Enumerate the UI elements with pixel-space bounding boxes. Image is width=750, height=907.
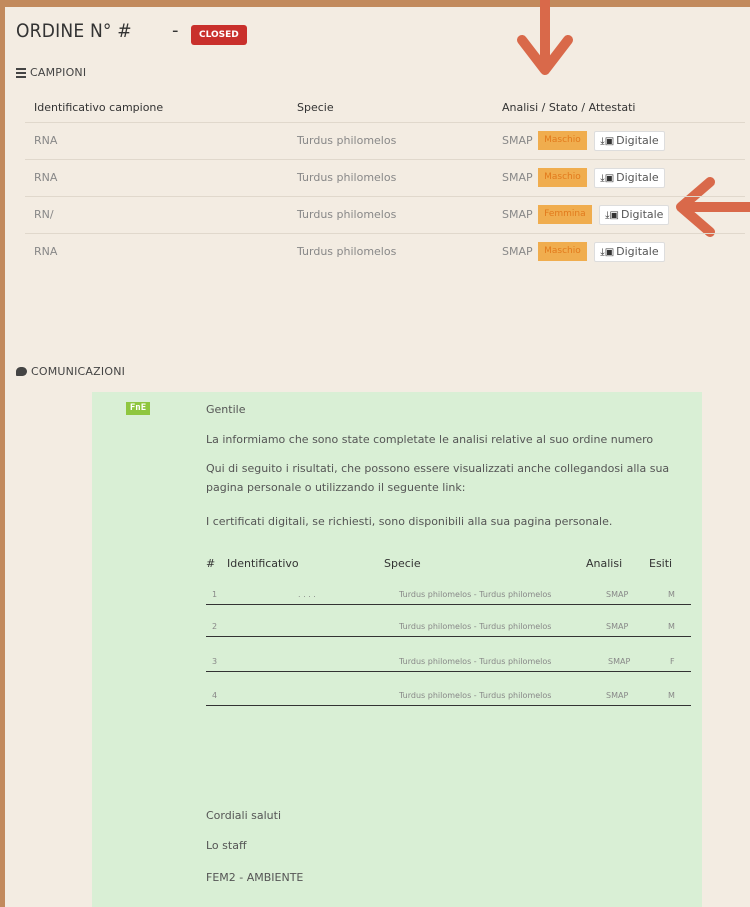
sample-analysis-cell: SMAP Maschio ⤓▣ Digitale bbox=[493, 158, 745, 196]
message-line: Qui di seguito i risultati, che possono … bbox=[206, 462, 670, 494]
result-species: Turdus philomelos - Turdus philomelos bbox=[399, 590, 552, 599]
title-separator: - bbox=[172, 20, 179, 41]
sample-id: RNA bbox=[25, 121, 288, 159]
sample-species: Turdus philomelos bbox=[288, 121, 493, 159]
results-header-species: Specie bbox=[384, 557, 421, 570]
column-header-analisi: Analisi / Stato / Attestati bbox=[493, 94, 745, 123]
certificate-label: Digitale bbox=[616, 244, 659, 258]
sample-species: Turdus philomelos bbox=[288, 158, 493, 196]
certificate-label: Digitale bbox=[621, 207, 664, 221]
message-box: FnE Gentile La informiamo che sono state… bbox=[92, 392, 702, 907]
column-header-identificativo: Identificativo campione bbox=[25, 94, 288, 123]
sample-species: Turdus philomelos bbox=[288, 195, 493, 233]
sample-id: RNA bbox=[25, 158, 288, 196]
result-outcome: F bbox=[670, 657, 675, 666]
result-species: Turdus philomelos - Turdus philomelos bbox=[399, 622, 552, 631]
sample-analysis-cell: SMAP Femmina ⤓▣ Digitale bbox=[493, 195, 745, 233]
download-icon: ⤓▣ bbox=[600, 172, 615, 184]
results-row: 1 . . . . Turdus philomelos - Turdus phi… bbox=[206, 585, 691, 605]
results-row: 4 Turdus philomelos - Turdus philomelos … bbox=[206, 686, 691, 706]
result-species: Turdus philomelos - Turdus philomelos bbox=[399, 691, 552, 700]
download-certificate-button[interactable]: ⤓▣ Digitale bbox=[594, 167, 665, 188]
download-icon: ⤓▣ bbox=[605, 209, 619, 221]
certificate-label: Digitale bbox=[616, 170, 659, 184]
result-number: 3 bbox=[212, 657, 218, 666]
download-icon: ⤓▣ bbox=[600, 135, 615, 147]
result-outcome: M bbox=[668, 691, 675, 700]
result-analysis: SMAP bbox=[606, 622, 629, 631]
analysis-name: SMAP bbox=[502, 244, 533, 258]
page-title: ORDINE N° # bbox=[16, 20, 132, 42]
analysis-name: SMAP bbox=[502, 133, 533, 147]
sex-result-badge: Femmina bbox=[538, 205, 592, 224]
sample-analysis-cell: SMAP Maschio ⤓▣ Digitale bbox=[493, 232, 745, 270]
message-line: I certificati digitali, se richiesti, so… bbox=[206, 515, 613, 528]
sex-result-badge: Maschio bbox=[538, 168, 587, 187]
results-header-number: # bbox=[206, 557, 216, 570]
table-row: RNA Turdus philomelos SMAP Maschio ⤓▣ Dig… bbox=[25, 121, 745, 159]
results-row: 3 Turdus philomelos - Turdus philomelos … bbox=[206, 652, 691, 672]
campioni-section-title: CAMPIONI bbox=[16, 66, 86, 79]
sex-result-badge: Maschio bbox=[538, 242, 587, 262]
message-closing: Cordiali saluti bbox=[206, 809, 281, 822]
result-id: . . . . bbox=[298, 590, 316, 599]
sample-id: RN/ bbox=[25, 195, 288, 233]
analysis-name: SMAP bbox=[502, 170, 533, 184]
result-number: 2 bbox=[212, 622, 218, 631]
result-outcome: M bbox=[668, 590, 675, 599]
column-header-specie: Specie bbox=[288, 94, 493, 123]
comunicazioni-section-label: COMUNICAZIONI bbox=[31, 365, 126, 378]
download-certificate-button[interactable]: ⤓▣ Digitale bbox=[594, 130, 665, 151]
results-row: 2 Turdus philomelos - Turdus philomelos … bbox=[206, 617, 691, 637]
result-outcome: M bbox=[668, 622, 675, 631]
comunicazioni-section-title: COMUNICAZIONI bbox=[16, 365, 125, 378]
campioni-table: Identificativo campione Specie Analisi /… bbox=[25, 94, 745, 270]
campioni-section-label: CAMPIONI bbox=[30, 66, 87, 79]
result-species: Turdus philomelos - Turdus philomelos bbox=[399, 657, 552, 666]
sample-id: RNA bbox=[25, 232, 288, 270]
arrow-down-icon bbox=[517, 0, 573, 75]
result-analysis: SMAP bbox=[606, 590, 629, 599]
result-analysis: SMAP bbox=[606, 691, 629, 700]
certificate-label: Digitale bbox=[616, 133, 659, 147]
status-badge: CLOSED bbox=[191, 25, 247, 45]
message-greeting: Gentile bbox=[206, 403, 246, 416]
results-header-analysis: Analisi bbox=[586, 557, 623, 570]
sex-result-badge: Maschio bbox=[538, 131, 587, 150]
sample-species: Turdus philomelos bbox=[288, 232, 493, 270]
download-certificate-button[interactable]: ⤓▣ Digitale bbox=[599, 204, 670, 225]
result-number: 4 bbox=[212, 691, 218, 700]
table-row: RNA Turdus philomelos SMAP Maschio ⤓▣ Dig… bbox=[25, 158, 745, 196]
message-signature: Lo staff bbox=[206, 839, 247, 852]
analysis-name: SMAP bbox=[502, 207, 533, 221]
result-number: 1 bbox=[212, 590, 218, 599]
message-organization: FEM2 - AMBIENTE bbox=[206, 871, 304, 884]
table-row: RNA Turdus philomelos SMAP Maschio ⤓▣ Dig… bbox=[25, 232, 745, 270]
results-header-id: Identificativo bbox=[227, 557, 299, 570]
table-row: RN/ Turdus philomelos SMAP Femmina ⤓▣ Dig… bbox=[25, 195, 745, 233]
list-icon bbox=[16, 67, 26, 78]
sender-logo: FnE bbox=[126, 402, 150, 415]
result-analysis: SMAP bbox=[608, 657, 631, 666]
sample-analysis-cell: SMAP Maschio ⤓▣ Digitale bbox=[493, 121, 745, 159]
table-header-row: Identificativo campione Specie Analisi /… bbox=[25, 94, 745, 123]
message-line: La informiamo che sono state completate … bbox=[206, 433, 654, 446]
results-header-outcome: Esiti bbox=[649, 557, 673, 570]
comments-icon bbox=[16, 367, 27, 376]
download-certificate-button[interactable]: ⤓▣ Digitale bbox=[594, 241, 665, 262]
download-icon: ⤓▣ bbox=[600, 246, 615, 258]
